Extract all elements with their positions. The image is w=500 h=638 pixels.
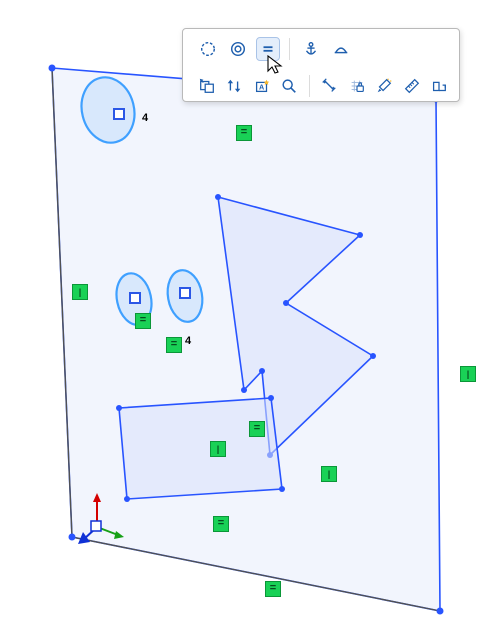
paint-icon[interactable] [375,75,394,97]
constraint-equal[interactable]: = [135,313,151,329]
toolbar-row-1 [183,29,459,66]
constraint-vertical[interactable]: | [72,284,88,300]
swap-icon[interactable] [224,75,243,97]
constraint-equal[interactable]: = [265,581,281,597]
constraint-equal[interactable]: = [166,337,182,353]
ellipse-center-point[interactable] [113,108,125,120]
constraint-vertical[interactable]: | [210,441,226,457]
constraint-equal[interactable]: = [213,516,229,532]
lock-grid-icon[interactable] [347,75,366,97]
context-toolbar: A [182,28,460,102]
equal-group-label: 4 [142,112,148,124]
separator [309,75,310,97]
select-other-icon[interactable] [197,75,216,97]
ellipse-center-point[interactable] [179,287,191,299]
ruler-icon[interactable] [402,75,421,97]
constraint-vertical[interactable]: | [460,366,476,382]
separator [289,38,290,60]
svg-text:A: A [259,83,264,92]
toolbar-row-2: A [183,66,459,103]
tangent-arc-icon[interactable] [330,38,352,60]
dimension-icon[interactable] [320,75,339,97]
equal-icon[interactable] [257,38,279,60]
constraint-vertical[interactable]: | [321,466,337,482]
equal-group-label: 4 [185,335,191,347]
sketch-canvas[interactable]: = = = | | | = | = = 4 4 [0,0,500,638]
anchor-icon[interactable] [300,38,322,60]
concentric-icon[interactable] [227,38,249,60]
circle-dashed-icon[interactable] [197,38,219,60]
note-star-icon[interactable]: A [252,75,271,97]
constraint-equal[interactable]: = [236,125,252,141]
ellipse-center-point[interactable] [129,292,141,304]
constraint-equal[interactable]: = [249,421,265,437]
mirror-edge-icon[interactable] [430,75,449,97]
zoom-icon[interactable] [279,75,298,97]
rectangle-sketch[interactable] [119,398,282,499]
